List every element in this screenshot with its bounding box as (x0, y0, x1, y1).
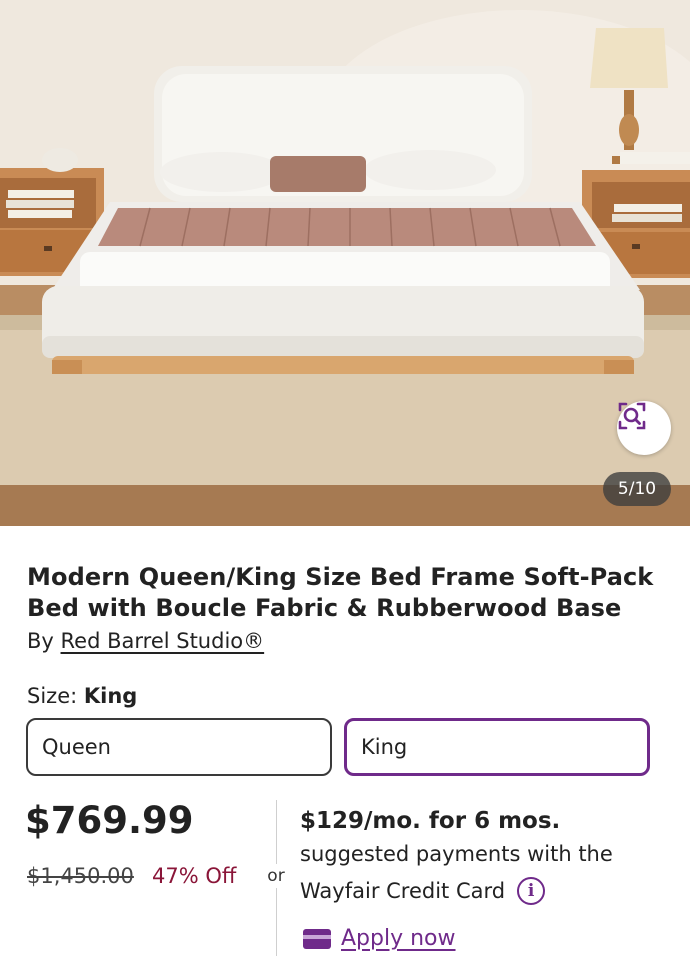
product-photo (0, 0, 690, 526)
apply-now-label[interactable]: Apply now (341, 926, 456, 951)
zoom-search-icon (618, 402, 646, 430)
brand-link[interactable]: Red Barrel Studio® (61, 629, 265, 653)
size-label: Size: King (27, 684, 137, 708)
sale-price: $769.99 (25, 799, 194, 842)
or-separator: or (266, 864, 286, 888)
financing-headline: $129/mo. for 6 mos. (300, 808, 561, 834)
size-option-king[interactable]: King (344, 718, 650, 776)
apply-now-link[interactable]: Apply now (303, 926, 456, 951)
zoom-button[interactable] (617, 401, 671, 455)
brand-byline: By Red Barrel Studio® (27, 629, 264, 653)
byline-prefix: By (27, 629, 54, 653)
original-price: $1,450.00 (27, 864, 134, 888)
financing-line-2: Wayfair Credit Card i (300, 877, 546, 905)
size-option-queen[interactable]: Queen (26, 718, 332, 776)
size-selected-value: King (83, 684, 138, 708)
financing-line-1: suggested payments with the (300, 842, 613, 866)
size-label-text: Size: (27, 684, 78, 708)
image-counter: 5/10 (603, 472, 671, 506)
product-title: Modern Queen/King Size Bed Frame Soft-Pa… (27, 563, 654, 622)
info-icon[interactable]: i (517, 877, 546, 905)
credit-card-name: Wayfair Credit Card (300, 879, 506, 903)
discount-badge: 47% Off (152, 864, 237, 888)
credit-card-icon (303, 928, 331, 949)
product-image-carousel[interactable]: 5/10 (0, 0, 690, 526)
